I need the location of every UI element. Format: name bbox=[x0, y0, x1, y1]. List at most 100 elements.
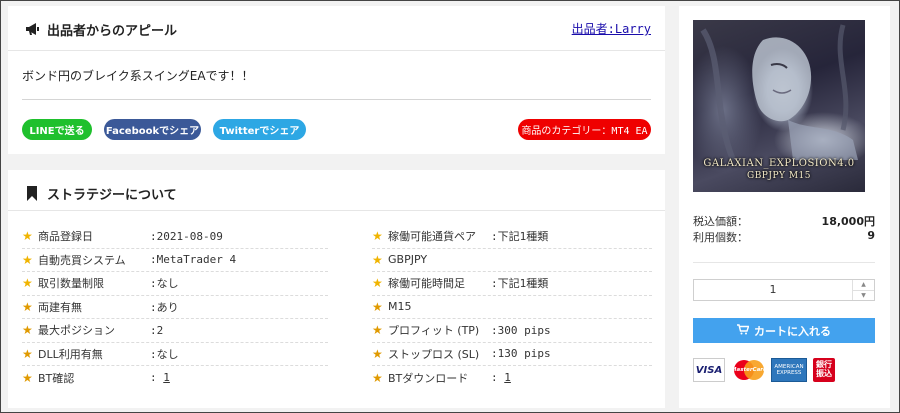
quantity-stepper[interactable]: 1 ▲ ▼ bbox=[693, 279, 875, 301]
spec-row: ★ 稼働可能時間足 :下記1種類 bbox=[372, 272, 652, 296]
star-icon: ★ bbox=[22, 276, 33, 291]
spec-label: ストップロス (SL) bbox=[388, 347, 480, 361]
add-to-cart-label: カートに入れる bbox=[754, 324, 831, 338]
spec-value-prefix: : bbox=[150, 371, 164, 385]
star-icon: ★ bbox=[372, 346, 383, 361]
spec-value: :2021-08-09 bbox=[150, 229, 223, 243]
divider bbox=[22, 99, 651, 100]
star-icon: ★ bbox=[372, 229, 383, 244]
category-badge[interactable]: 商品のカテゴリー：MT4 EA bbox=[518, 119, 651, 140]
divider bbox=[8, 50, 665, 51]
spec-label: BTダウンロード bbox=[388, 371, 469, 385]
spec-value: :130 pips bbox=[491, 347, 551, 361]
strategy-header: ストラテジーについて bbox=[24, 183, 177, 203]
star-icon: ★ bbox=[372, 299, 383, 314]
uses-label: 利用個数： bbox=[693, 231, 748, 244]
appeal-title: 出品者からのアピール bbox=[47, 23, 178, 39]
chevron-down-icon[interactable]: ▼ bbox=[853, 290, 874, 300]
bank-text-2: 振込 bbox=[816, 369, 832, 378]
star-icon: ★ bbox=[22, 346, 33, 361]
spec-label: GBPJPY bbox=[388, 253, 428, 267]
chevron-up-icon[interactable]: ▲ bbox=[853, 280, 874, 290]
visa-logo: VISA bbox=[693, 358, 725, 382]
spec-list-right: ★ 稼働可能通貨ペア :下記1種類 ★ GBPJPY ★ 稼働可能時間足 :下記… bbox=[372, 225, 652, 390]
star-icon: ★ bbox=[372, 323, 383, 338]
strategy-panel: ストラテジーについて ★ 商品登録日 :2021-08-09 ★ 自動売買システ… bbox=[8, 170, 665, 408]
facebook-share-button[interactable]: Facebookでシェア bbox=[104, 119, 201, 140]
spec-row: ★ 取引数量制限 :なし bbox=[22, 272, 328, 296]
spec-row: ★ プロフィット (TP) :300 pips bbox=[372, 319, 652, 343]
spec-label: 両建有無 bbox=[38, 300, 82, 314]
quantity-spinner: ▲ ▼ bbox=[852, 280, 874, 300]
spec-value: : 1 bbox=[150, 371, 170, 384]
spec-list-left: ★ 商品登録日 :2021-08-09 ★ 自動売買システム :MetaTrad… bbox=[22, 225, 328, 390]
mastercard-logo: MasterCard bbox=[731, 358, 767, 382]
strategy-title: ストラテジーについて bbox=[47, 187, 177, 203]
spec-row: ★ 商品登録日 :2021-08-09 bbox=[22, 225, 328, 249]
spec-value: :2 bbox=[150, 323, 164, 337]
spec-value: :なし bbox=[150, 277, 179, 291]
purchase-panel: GALAXIAN_EXPLOSION4.0 GBPJPY M15 税込価額： 1… bbox=[679, 6, 890, 408]
bt-confirm-link[interactable]: 1 bbox=[163, 371, 170, 384]
star-icon: ★ bbox=[372, 276, 383, 291]
cart-icon bbox=[737, 323, 750, 338]
product-image-subcaption: GBPJPY M15 bbox=[747, 171, 811, 181]
star-icon: ★ bbox=[22, 229, 33, 244]
star-icon: ★ bbox=[22, 323, 33, 338]
spec-row: ★ 自動売買システム :MetaTrader 4 bbox=[22, 249, 328, 272]
spec-row: ★ BT確認 : 1 bbox=[22, 366, 328, 390]
spec-row: ★ BTダウンロード : 1 bbox=[372, 366, 652, 390]
spec-label: 稼働可能時間足 bbox=[388, 277, 465, 291]
star-icon: ★ bbox=[22, 370, 33, 385]
spec-row: ★ 稼働可能通貨ペア :下記1種類 bbox=[372, 225, 652, 249]
spec-label: BT確認 bbox=[38, 371, 75, 385]
bank-transfer-logo: 銀行 振込 bbox=[813, 358, 835, 382]
megaphone-icon bbox=[24, 21, 40, 37]
spec-value: :下記1種類 bbox=[491, 277, 549, 291]
amex-text-2: EXPRESS bbox=[776, 370, 802, 376]
amex-logo: AMERICAN EXPRESS bbox=[771, 358, 807, 382]
spec-label: 最大ポジション bbox=[38, 324, 115, 338]
spec-label: DLL利用有無 bbox=[38, 347, 103, 361]
line-share-button[interactable]: LINEで送る bbox=[22, 119, 92, 140]
spec-value: :なし bbox=[150, 347, 179, 361]
product-image: GALAXIAN_EXPLOSION4.0 GBPJPY M15 bbox=[693, 20, 865, 192]
spec-row: ★ DLL利用有無 :なし bbox=[22, 343, 328, 366]
uses-value: 9 bbox=[867, 229, 875, 242]
spec-value-prefix: : bbox=[491, 371, 505, 385]
spec-row: ★ GBPJPY bbox=[372, 249, 652, 272]
spec-label: 稼働可能通貨ペア bbox=[388, 230, 476, 244]
bookmark-icon bbox=[24, 185, 40, 201]
spec-row: ★ 両建有無 :あり bbox=[22, 296, 328, 319]
product-image-caption: GALAXIAN_EXPLOSION4.0 bbox=[703, 158, 855, 169]
price-row: 税込価額： 18,000円 bbox=[693, 213, 875, 229]
add-to-cart-button[interactable]: カートに入れる bbox=[693, 318, 875, 343]
spec-value: :MetaTrader 4 bbox=[150, 253, 237, 267]
visa-text: VISA bbox=[695, 364, 723, 376]
price-label: 税込価額： bbox=[693, 215, 748, 228]
spec-row: ★ 最大ポジション :2 bbox=[22, 319, 328, 343]
divider bbox=[693, 262, 875, 263]
star-icon: ★ bbox=[22, 252, 33, 267]
mastercard-text: MasterCard bbox=[731, 367, 767, 373]
spec-value: :下記1種類 bbox=[491, 230, 549, 244]
price-value: 18,000円 bbox=[821, 215, 875, 228]
appeal-body: ボンド円のブレイク系スイングEAです！！ bbox=[22, 69, 254, 83]
spec-label: プロフィット (TP) bbox=[388, 324, 480, 338]
spec-label: M15 bbox=[388, 300, 412, 314]
uses-row: 利用個数： 9 bbox=[693, 229, 875, 245]
spec-row: ★ ストップロス (SL) :130 pips bbox=[372, 343, 652, 366]
spec-label: 取引数量制限 bbox=[38, 277, 104, 291]
star-icon: ★ bbox=[22, 299, 33, 314]
star-icon: ★ bbox=[372, 370, 383, 385]
bt-download-link[interactable]: 1 bbox=[504, 371, 511, 384]
seller-appeal-panel: 出品者からのアピール 出品者:Larry ボンド円のブレイク系スイングEAです！… bbox=[8, 6, 665, 154]
spec-row: ★ M15 bbox=[372, 296, 652, 319]
spec-label: 商品登録日 bbox=[38, 230, 93, 244]
quantity-input[interactable]: 1 bbox=[694, 280, 852, 300]
divider bbox=[8, 210, 665, 211]
twitter-share-button[interactable]: Twitterでシェア bbox=[213, 119, 306, 140]
seller-link[interactable]: 出品者:Larry bbox=[572, 20, 651, 37]
star-icon: ★ bbox=[372, 252, 383, 267]
appeal-header: 出品者からのアピール bbox=[24, 19, 177, 39]
